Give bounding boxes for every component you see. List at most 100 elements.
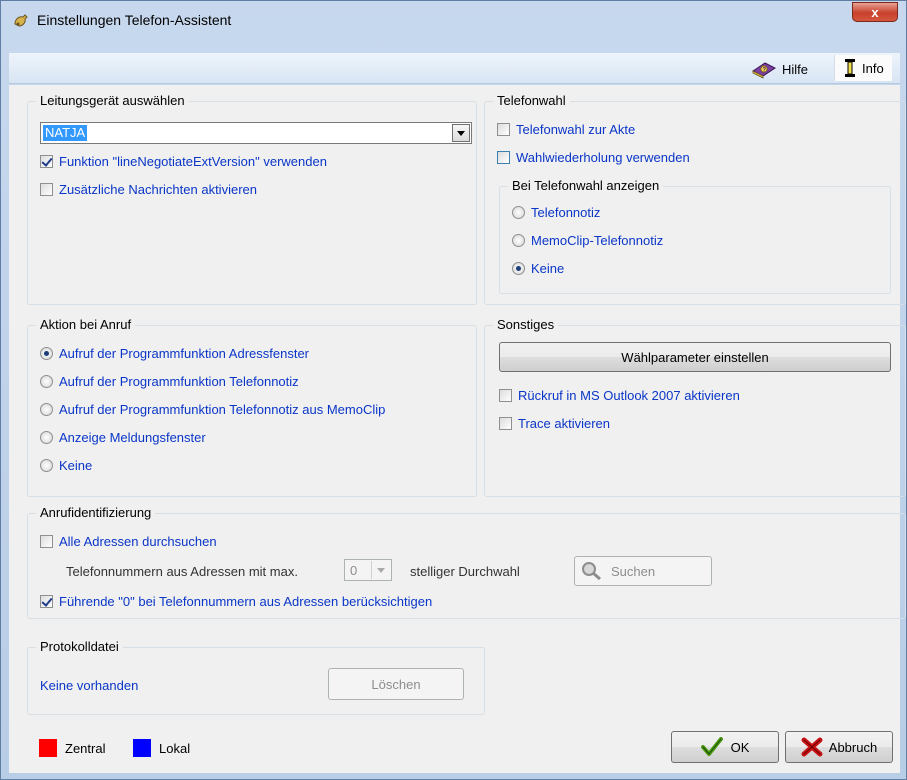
legend-swatch-zentral [39,739,57,757]
help-book-icon: ? [752,62,776,79]
radio-phone-note[interactable]: Aufruf der Programmfunktion Telefonnotiz [40,374,299,389]
checkbox-search-all-addresses[interactable]: Alle Adressen durchsuchen [40,534,217,549]
checkmark-icon [700,737,723,756]
radio-phone-note-memoclip[interactable]: Aufruf der Programmfunktion Telefonnotiz… [40,402,385,417]
radio-label: Aufruf der Programmfunktion Telefonnotiz… [59,402,386,417]
checkbox-label: Führende "0" bei Telefonnummern aus Adre… [59,594,433,609]
radio-label: Keine [59,458,93,473]
radio-button[interactable] [40,403,53,416]
radio-label: Aufruf der Programmfunktion Telefonnotiz [59,374,299,389]
info-icon [845,59,855,77]
phone-assistant-icon [14,14,28,27]
digits-value: 0 [350,563,358,578]
dialog-window: Einstellungen Telefon-Assistent x ? Hilf… [0,0,907,780]
log-file-group: Protokolldatei Keine vorhanden Löschen [27,639,485,715]
log-file-status: Keine vorhanden [40,678,139,693]
delete-log-button[interactable]: Löschen [328,668,464,700]
digits-prefix-label: Telefonnummern aus Adressen mit max. [66,564,298,579]
checkbox-redial[interactable]: Wahlwiederholung verwenden [497,150,690,165]
cancel-button[interactable]: Abbruch [785,731,893,763]
checkbox-box[interactable] [40,535,53,548]
checkbox-label: Trace aktivieren [518,416,610,431]
line-device-group: Leitungsgerät auswählen NATJA Funktion "… [27,93,477,305]
search-icon [582,562,601,581]
dialog-client-area: Leitungsgerät auswählen NATJA Funktion "… [9,85,906,773]
checkbox-label: Zusätzliche Nachrichten aktivieren [59,182,257,197]
radio-memoclip-telefonnotiz[interactable]: MemoClip-Telefonnotiz [512,233,663,248]
radio-telefonnotiz[interactable]: Telefonnotiz [512,205,600,220]
checkbox-box[interactable] [499,389,512,402]
cancel-label: Abbruch [828,739,878,755]
info-label: Info [862,60,884,76]
search-label: Suchen [611,563,656,579]
group-title: Leitungsgerät auswählen [36,93,189,108]
ok-label: OK [730,739,750,755]
group-title: Anrufidentifizierung [36,505,156,520]
digits-suffix-label: stelliger Durchwahl [410,564,520,579]
group-title: Protokolldatei [36,639,123,654]
radio-label: Keine [531,261,565,276]
checkbox-label: Rückruf in MS Outlook 2007 aktivieren [518,388,740,403]
caller-id-group: Anrufidentifizierung Alle Adressen durch… [27,505,906,619]
window-title: Einstellungen Telefon-Assistent [37,12,232,28]
line-device-value: NATJA [43,125,88,141]
checkbox-label: Alle Adressen durchsuchen [59,534,217,549]
legend-label-zentral: Zentral [65,741,106,756]
radio-button[interactable] [40,375,53,388]
ok-button[interactable]: OK [671,731,779,763]
checkbox-label: Funktion "lineNegotiateExtVersion" verwe… [59,154,327,169]
radio-label: Aufruf der Programmfunktion Adressfenste… [59,346,310,361]
radio-none[interactable]: Keine [40,458,92,473]
checkbox-box[interactable] [40,155,53,168]
legend-swatch-lokal [133,739,151,757]
radio-button[interactable] [40,431,53,444]
chevron-down-icon[interactable] [452,124,470,142]
radio-label: Telefonnotiz [531,205,601,220]
group-title: Sonstiges [493,317,559,332]
legend-label-lokal: Lokal [159,741,191,756]
checkbox-outlook-callback[interactable]: Rückruf in MS Outlook 2007 aktivieren [499,388,740,403]
group-title: Aktion bei Anruf [36,317,136,332]
checkbox-box[interactable] [40,183,53,196]
line-device-select[interactable]: NATJA [40,122,472,144]
radio-button[interactable] [512,206,525,219]
radio-message-window[interactable]: Anzeige Meldungsfenster [40,430,206,445]
radio-button[interactable] [40,347,53,360]
search-button[interactable]: Suchen [574,556,712,586]
checkbox-leading-zero[interactable]: Führende "0" bei Telefonnummern aus Adre… [40,594,432,609]
misc-group: Sonstiges Wählparameter einstellen Rückr… [484,317,906,497]
radio-label: MemoClip-Telefonnotiz [531,233,664,248]
radio-button[interactable] [512,234,525,247]
toolbar: ? Hilfe Info [9,53,900,84]
chevron-down-icon[interactable] [371,561,390,579]
checkbox-label: Telefonwahl zur Akte [516,122,636,137]
help-button[interactable]: ? Hilfe [751,58,808,80]
checkbox-box[interactable] [497,123,510,136]
dialing-group: Telefonwahl Telefonwahl zur Akte Wahlwie… [484,93,906,305]
radio-button[interactable] [512,262,525,275]
title-bar[interactable]: Einstellungen Telefon-Assistent x [1,1,906,39]
group-title: Telefonwahl [493,93,570,108]
show-on-dial-group: Bei Telefonwahl anzeigen Telefonnotiz Me… [499,178,891,294]
radio-button[interactable] [40,459,53,472]
cross-icon [801,737,823,757]
checkbox-extra-messages[interactable]: Zusätzliche Nachrichten aktivieren [40,182,257,197]
checkbox-line-negotiate[interactable]: Funktion "lineNegotiateExtVersion" verwe… [40,154,327,169]
checkbox-label: Wahlwiederholung verwenden [516,150,690,165]
svg-text:?: ? [762,68,766,74]
checkbox-box[interactable] [499,417,512,430]
checkbox-dial-to-file[interactable]: Telefonwahl zur Akte [497,122,635,137]
group-title: Bei Telefonwahl anzeigen [508,178,664,193]
info-button[interactable]: Info [834,55,892,81]
digits-spinner[interactable]: 0 [344,559,392,581]
close-button[interactable]: x [852,2,898,22]
checkbox-box[interactable] [497,151,510,164]
dial-parameters-button[interactable]: Wählparameter einstellen [499,342,891,372]
radio-address-window[interactable]: Aufruf der Programmfunktion Adressfenste… [40,346,309,361]
radio-label: Anzeige Meldungsfenster [59,430,206,445]
call-action-group: Aktion bei Anruf Aufruf der Programmfunk… [27,317,477,497]
radio-keine[interactable]: Keine [512,261,564,276]
checkbox-box[interactable] [40,595,53,608]
checkbox-trace[interactable]: Trace aktivieren [499,416,610,431]
help-label: Hilfe [782,61,809,77]
